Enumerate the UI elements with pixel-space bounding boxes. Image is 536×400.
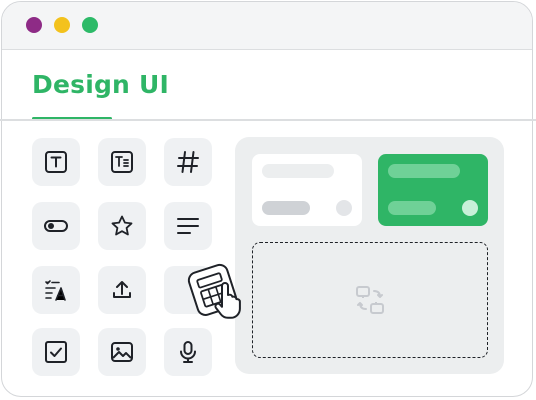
tool-image[interactable] xyxy=(98,328,146,376)
tool-rating[interactable] xyxy=(98,202,146,250)
toggle-icon xyxy=(44,220,68,232)
align-left-icon xyxy=(177,218,199,234)
tool-checkbox[interactable] xyxy=(32,328,80,376)
checkbox-icon xyxy=(45,341,67,363)
dragged-calculator-item[interactable] xyxy=(186,262,242,326)
drop-zone[interactable] xyxy=(252,242,488,358)
tool-text-block[interactable] xyxy=(164,202,212,250)
card-placeholder-line xyxy=(388,164,460,178)
minimize-window-button[interactable] xyxy=(54,17,70,33)
star-icon xyxy=(111,215,133,236)
card-placeholder-dot xyxy=(462,200,478,216)
text-icon xyxy=(45,151,67,173)
image-icon xyxy=(111,342,133,362)
tool-form-text[interactable] xyxy=(32,266,80,314)
close-window-button[interactable] xyxy=(26,17,42,33)
page-title: Design UI xyxy=(32,70,169,99)
title-bar xyxy=(2,2,532,50)
microphone-icon xyxy=(180,341,196,363)
canvas-card-white[interactable] xyxy=(252,154,362,226)
card-placeholder-button xyxy=(388,201,436,215)
header-divider xyxy=(0,119,536,121)
tool-paragraph[interactable] xyxy=(98,138,146,186)
card-placeholder-line xyxy=(262,164,334,178)
canvas-card-green[interactable] xyxy=(378,154,488,226)
card-placeholder-dot xyxy=(336,200,352,216)
tool-number[interactable] xyxy=(164,138,212,186)
tool-text[interactable] xyxy=(32,138,80,186)
swap-components-icon xyxy=(356,286,384,314)
upload-icon xyxy=(113,281,131,298)
maximize-window-button[interactable] xyxy=(82,17,98,33)
tool-toggle[interactable] xyxy=(32,202,80,250)
paragraph-icon xyxy=(111,151,133,173)
tool-upload[interactable] xyxy=(98,266,146,314)
card-placeholder-button xyxy=(262,201,310,215)
hash-icon xyxy=(177,151,199,173)
tool-audio[interactable] xyxy=(164,328,212,376)
form-text-icon xyxy=(45,280,66,301)
